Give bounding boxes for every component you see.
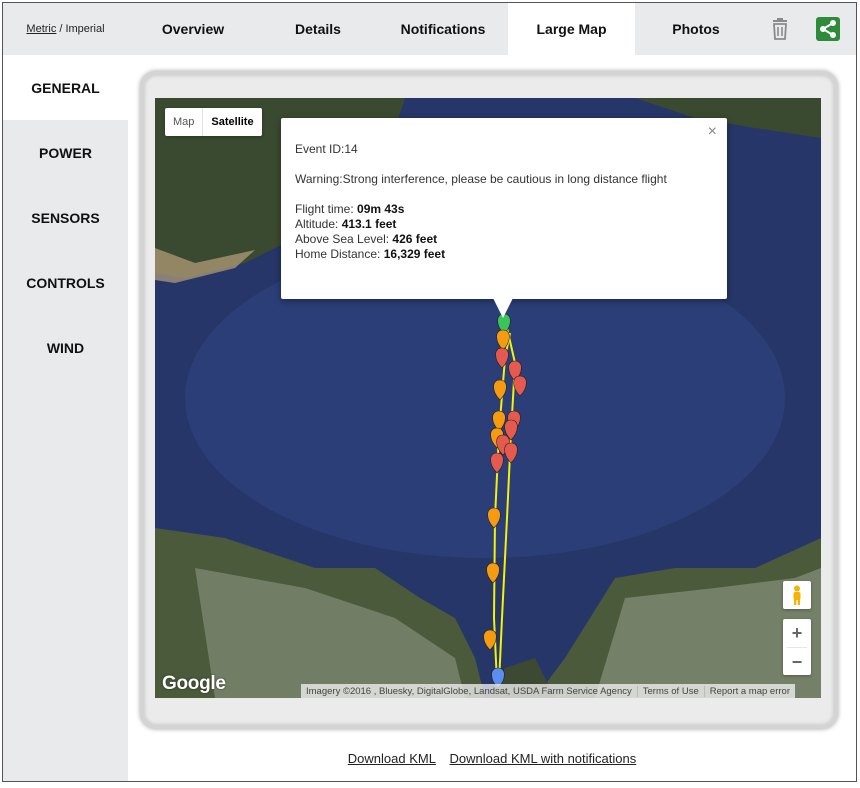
download-kml-notifications-link[interactable]: Download KML with notifications — [450, 751, 637, 766]
above-sea-level-row: Above Sea Level: 426 feet — [295, 232, 438, 246]
unit-separator: / — [59, 23, 63, 35]
tab-large-map[interactable]: Large Map — [508, 3, 635, 55]
top-navigation: Metric / Imperial Overview Details Notif… — [3, 3, 856, 55]
metric-link[interactable]: Metric — [26, 23, 56, 35]
home-distance-row: Home Distance: 16,329 feet — [295, 247, 446, 261]
sidebar-item-power[interactable]: POWER — [3, 120, 128, 185]
marker-orange-5[interactable] — [487, 507, 501, 529]
pegman-icon[interactable] — [783, 581, 811, 609]
tab-details[interactable]: Details — [258, 3, 378, 55]
google-logo: Google — [162, 673, 226, 694]
tab-overview[interactable]: Overview — [128, 3, 258, 55]
marker-orange-6[interactable] — [486, 562, 500, 584]
report-map-error-link[interactable]: Report a map error — [703, 685, 795, 697]
imperial-link[interactable]: Imperial — [65, 23, 104, 35]
app-frame: Metric / Imperial Overview Details Notif… — [2, 2, 857, 782]
map-type-map-button[interactable]: Map — [165, 108, 204, 136]
share-icon[interactable] — [816, 17, 840, 41]
marker-red-3[interactable] — [513, 375, 527, 397]
event-info-window: × Event ID:14 Warning:Strong interferenc… — [281, 118, 727, 299]
map-type-satellite-button[interactable]: Satellite — [203, 108, 261, 136]
sidebar-item-sensors[interactable]: SENSORS — [3, 185, 128, 250]
satellite-map[interactable]: Map Satellite × Event ID:14 Warning:Stro… — [155, 98, 821, 698]
sidebar-item-general[interactable]: GENERAL — [3, 55, 128, 120]
terms-of-use-link[interactable]: Terms of Use — [636, 685, 704, 697]
map-attribution: Imagery ©2016 , Bluesky, DigitalGlobe, L… — [301, 684, 795, 698]
marker-red-7[interactable] — [504, 442, 518, 464]
sidebar-item-controls[interactable]: CONTROLS — [3, 250, 128, 315]
marker-orange-1[interactable] — [496, 329, 510, 351]
zoom-out-button[interactable]: − — [783, 648, 811, 676]
download-kml-link[interactable]: Download KML — [348, 751, 436, 766]
sidebar: GENERAL POWER SENSORS CONTROLS WIND — [3, 55, 128, 781]
map-type-control: Map Satellite — [165, 108, 262, 136]
unit-toggle: Metric / Imperial — [3, 3, 128, 55]
event-warning: Warning:Strong interference, please be c… — [295, 172, 667, 186]
imagery-credit: Imagery ©2016 , Bluesky, DigitalGlobe, L… — [306, 685, 632, 697]
marker-orange-2[interactable] — [493, 379, 507, 401]
event-id: Event ID:14 — [295, 142, 358, 156]
info-window-tail — [493, 298, 513, 318]
zoom-control: + − — [783, 619, 811, 675]
flight-time-row: Flight time: 09m 43s — [295, 202, 405, 216]
download-links: Download KML Download KML with notificat… — [128, 751, 856, 766]
marker-red-8[interactable] — [490, 452, 504, 474]
tab-notifications[interactable]: Notifications — [378, 3, 508, 55]
tab-photos[interactable]: Photos — [635, 3, 757, 55]
close-icon[interactable]: × — [708, 124, 717, 140]
zoom-in-button[interactable]: + — [783, 619, 811, 647]
altitude-row: Altitude: 413.1 feet — [295, 217, 397, 231]
marker-orange-7[interactable] — [483, 629, 497, 651]
sidebar-item-wind[interactable]: WIND — [3, 315, 128, 380]
trash-icon[interactable] — [768, 17, 792, 41]
marker-red-1[interactable] — [495, 347, 509, 369]
